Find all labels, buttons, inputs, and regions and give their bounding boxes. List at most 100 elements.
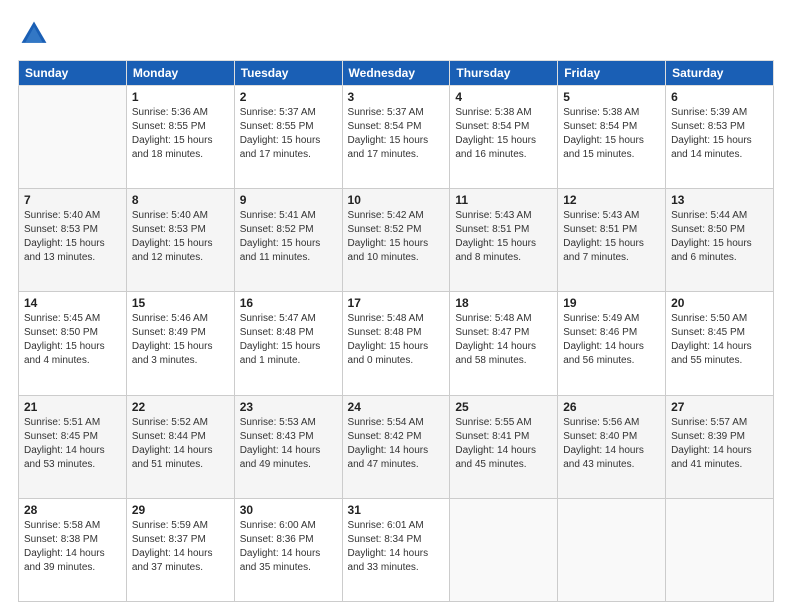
calendar-cell: 22 Sunrise: 5:52 AM Sunset: 8:44 PM Dayli…: [126, 395, 234, 498]
calendar-cell: 31 Sunrise: 6:01 AM Sunset: 8:34 PM Dayli…: [342, 498, 450, 601]
calendar-cell: 27Sunrise: 5:57 AM Sunset: 8:39 PM Dayli…: [666, 395, 774, 498]
calendar-cell: [558, 498, 666, 601]
day-number: 16: [240, 296, 337, 310]
calendar-cell: 26 Sunrise: 5:56 AM Sunset: 8:40 PM Dayli…: [558, 395, 666, 498]
calendar-cell: 10 Sunrise: 5:42 AM Sunset: 8:52 PM Dayli…: [342, 189, 450, 292]
day-info: Sunrise: 5:37 AM Sunset: 8:54 PM Dayligh…: [348, 106, 445, 162]
day-info: Sunrise: 5:40 AM Sunset: 8:53 PM Dayligh…: [132, 209, 229, 265]
calendar-cell: [450, 498, 558, 601]
day-number: 10: [348, 193, 445, 207]
calendar-cell: 1 Sunrise: 5:36 AM Sunset: 8:55 PM Daylig…: [126, 86, 234, 189]
page: SundayMondayTuesdayWednesdayThursdayFrid…: [0, 0, 792, 612]
day-number: 26: [563, 400, 660, 414]
calendar-cell: 20 Sunrise: 5:50 AM Sunset: 8:45 PM Dayli…: [666, 292, 774, 395]
calendar-cell: 14 Sunrise: 5:45 AM Sunset: 8:50 PM Dayli…: [19, 292, 127, 395]
day-number: 20: [671, 296, 768, 310]
calendar-cell: 17 Sunrise: 5:48 AM Sunset: 8:48 PM Dayli…: [342, 292, 450, 395]
calendar-cell: 6 Sunrise: 5:39 AM Sunset: 8:53 PM Daylig…: [666, 86, 774, 189]
day-info: Sunrise: 5:44 AM Sunset: 8:50 PM Dayligh…: [671, 209, 768, 265]
calendar-cell: 5Sunrise: 5:38 AM Sunset: 8:54 PM Daylig…: [558, 86, 666, 189]
calendar-cell: 24Sunrise: 5:54 AM Sunset: 8:42 PM Dayli…: [342, 395, 450, 498]
calendar-cell: 8 Sunrise: 5:40 AM Sunset: 8:53 PM Daylig…: [126, 189, 234, 292]
day-info: Sunrise: 5:55 AM Sunset: 8:41 PM Dayligh…: [455, 416, 552, 472]
calendar-cell: [19, 86, 127, 189]
day-info: Sunrise: 6:00 AM Sunset: 8:36 PM Dayligh…: [240, 519, 337, 575]
day-info: Sunrise: 5:41 AM Sunset: 8:52 PM Dayligh…: [240, 209, 337, 265]
calendar-cell: [666, 498, 774, 601]
day-number: 31: [348, 503, 445, 517]
day-number: 13: [671, 193, 768, 207]
calendar-cell: 16Sunrise: 5:47 AM Sunset: 8:48 PM Dayli…: [234, 292, 342, 395]
day-info: Sunrise: 5:53 AM Sunset: 8:43 PM Dayligh…: [240, 416, 337, 472]
weekday-header-row: SundayMondayTuesdayWednesdayThursdayFrid…: [19, 61, 774, 86]
day-number: 27: [671, 400, 768, 414]
day-number: 25: [455, 400, 552, 414]
day-info: Sunrise: 5:39 AM Sunset: 8:53 PM Dayligh…: [671, 106, 768, 162]
day-info: Sunrise: 5:49 AM Sunset: 8:46 PM Dayligh…: [563, 312, 660, 368]
calendar-cell: 4 Sunrise: 5:38 AM Sunset: 8:54 PM Daylig…: [450, 86, 558, 189]
day-info: Sunrise: 5:36 AM Sunset: 8:55 PM Dayligh…: [132, 106, 229, 162]
day-info: Sunrise: 5:48 AM Sunset: 8:47 PM Dayligh…: [455, 312, 552, 368]
week-row-2: 7 Sunrise: 5:40 AM Sunset: 8:53 PM Daylig…: [19, 189, 774, 292]
weekday-header-friday: Friday: [558, 61, 666, 86]
day-info: Sunrise: 5:51 AM Sunset: 8:45 PM Dayligh…: [24, 416, 121, 472]
day-info: Sunrise: 5:40 AM Sunset: 8:53 PM Dayligh…: [24, 209, 121, 265]
logo: [18, 18, 54, 50]
day-number: 19: [563, 296, 660, 310]
weekday-header-tuesday: Tuesday: [234, 61, 342, 86]
logo-icon: [18, 18, 50, 50]
calendar-cell: 11 Sunrise: 5:43 AM Sunset: 8:51 PM Dayli…: [450, 189, 558, 292]
week-row-4: 21Sunrise: 5:51 AM Sunset: 8:45 PM Dayli…: [19, 395, 774, 498]
day-info: Sunrise: 5:48 AM Sunset: 8:48 PM Dayligh…: [348, 312, 445, 368]
day-info: Sunrise: 5:42 AM Sunset: 8:52 PM Dayligh…: [348, 209, 445, 265]
day-number: 17: [348, 296, 445, 310]
calendar-cell: 30 Sunrise: 6:00 AM Sunset: 8:36 PM Dayli…: [234, 498, 342, 601]
day-number: 30: [240, 503, 337, 517]
day-number: 23: [240, 400, 337, 414]
header: [18, 18, 774, 50]
week-row-3: 14 Sunrise: 5:45 AM Sunset: 8:50 PM Dayli…: [19, 292, 774, 395]
calendar-cell: 19 Sunrise: 5:49 AM Sunset: 8:46 PM Dayli…: [558, 292, 666, 395]
day-info: Sunrise: 5:45 AM Sunset: 8:50 PM Dayligh…: [24, 312, 121, 368]
day-info: Sunrise: 5:50 AM Sunset: 8:45 PM Dayligh…: [671, 312, 768, 368]
day-number: 18: [455, 296, 552, 310]
weekday-header-sunday: Sunday: [19, 61, 127, 86]
day-info: Sunrise: 5:56 AM Sunset: 8:40 PM Dayligh…: [563, 416, 660, 472]
day-info: Sunrise: 5:58 AM Sunset: 8:38 PM Dayligh…: [24, 519, 121, 575]
day-number: 22: [132, 400, 229, 414]
day-number: 24: [348, 400, 445, 414]
day-number: 6: [671, 90, 768, 104]
calendar-cell: 13 Sunrise: 5:44 AM Sunset: 8:50 PM Dayli…: [666, 189, 774, 292]
day-info: Sunrise: 5:59 AM Sunset: 8:37 PM Dayligh…: [132, 519, 229, 575]
day-info: Sunrise: 5:43 AM Sunset: 8:51 PM Dayligh…: [455, 209, 552, 265]
day-number: 11: [455, 193, 552, 207]
calendar-cell: 2Sunrise: 5:37 AM Sunset: 8:55 PM Daylig…: [234, 86, 342, 189]
calendar: SundayMondayTuesdayWednesdayThursdayFrid…: [18, 60, 774, 602]
day-number: 4: [455, 90, 552, 104]
calendar-cell: 12 Sunrise: 5:43 AM Sunset: 8:51 PM Dayli…: [558, 189, 666, 292]
day-number: 12: [563, 193, 660, 207]
day-info: Sunrise: 6:01 AM Sunset: 8:34 PM Dayligh…: [348, 519, 445, 575]
calendar-cell: 9 Sunrise: 5:41 AM Sunset: 8:52 PM Daylig…: [234, 189, 342, 292]
day-info: Sunrise: 5:38 AM Sunset: 8:54 PM Dayligh…: [455, 106, 552, 162]
day-number: 1: [132, 90, 229, 104]
day-number: 7: [24, 193, 121, 207]
calendar-cell: 28Sunrise: 5:58 AM Sunset: 8:38 PM Dayli…: [19, 498, 127, 601]
week-row-5: 28Sunrise: 5:58 AM Sunset: 8:38 PM Dayli…: [19, 498, 774, 601]
calendar-cell: 7 Sunrise: 5:40 AM Sunset: 8:53 PM Daylig…: [19, 189, 127, 292]
day-number: 14: [24, 296, 121, 310]
calendar-cell: 25 Sunrise: 5:55 AM Sunset: 8:41 PM Dayli…: [450, 395, 558, 498]
day-number: 29: [132, 503, 229, 517]
day-number: 9: [240, 193, 337, 207]
calendar-cell: 3Sunrise: 5:37 AM Sunset: 8:54 PM Daylig…: [342, 86, 450, 189]
day-number: 8: [132, 193, 229, 207]
day-info: Sunrise: 5:38 AM Sunset: 8:54 PM Dayligh…: [563, 106, 660, 162]
day-info: Sunrise: 5:46 AM Sunset: 8:49 PM Dayligh…: [132, 312, 229, 368]
day-number: 2: [240, 90, 337, 104]
day-info: Sunrise: 5:52 AM Sunset: 8:44 PM Dayligh…: [132, 416, 229, 472]
day-info: Sunrise: 5:43 AM Sunset: 8:51 PM Dayligh…: [563, 209, 660, 265]
weekday-header-monday: Monday: [126, 61, 234, 86]
weekday-header-thursday: Thursday: [450, 61, 558, 86]
weekday-header-saturday: Saturday: [666, 61, 774, 86]
calendar-cell: 18 Sunrise: 5:48 AM Sunset: 8:47 PM Dayli…: [450, 292, 558, 395]
